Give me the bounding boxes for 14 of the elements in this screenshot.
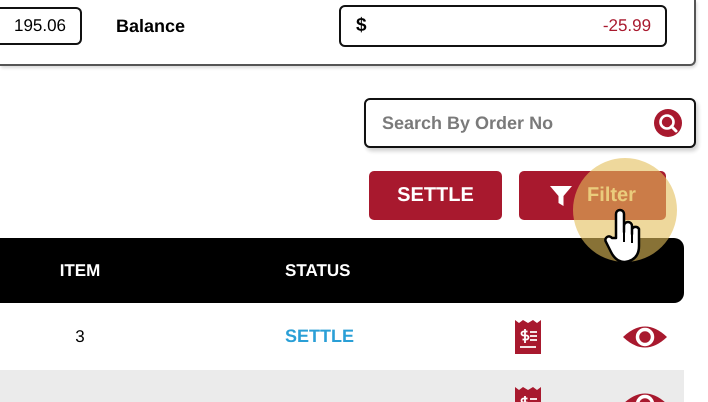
column-header: ITEM xyxy=(58,260,102,280)
balance-value: -25.99 xyxy=(602,16,652,36)
column-header: STATUS xyxy=(285,260,352,280)
receipt-icon[interactable] xyxy=(515,320,541,354)
search-field[interactable]: Search By Order No xyxy=(364,98,696,148)
amount-field[interactable]: 195.06 xyxy=(0,7,82,45)
eye-icon[interactable] xyxy=(623,324,667,350)
item-cell-text: 3 xyxy=(74,326,86,346)
currency-symbol: $ xyxy=(356,15,367,37)
filter-icon xyxy=(549,184,574,208)
settle-button[interactable]: SETTLE xyxy=(369,171,502,220)
search-icon[interactable] xyxy=(654,109,682,137)
balance-label: Balance xyxy=(116,16,186,36)
balance-field[interactable]: $ -25.99 xyxy=(339,5,668,47)
